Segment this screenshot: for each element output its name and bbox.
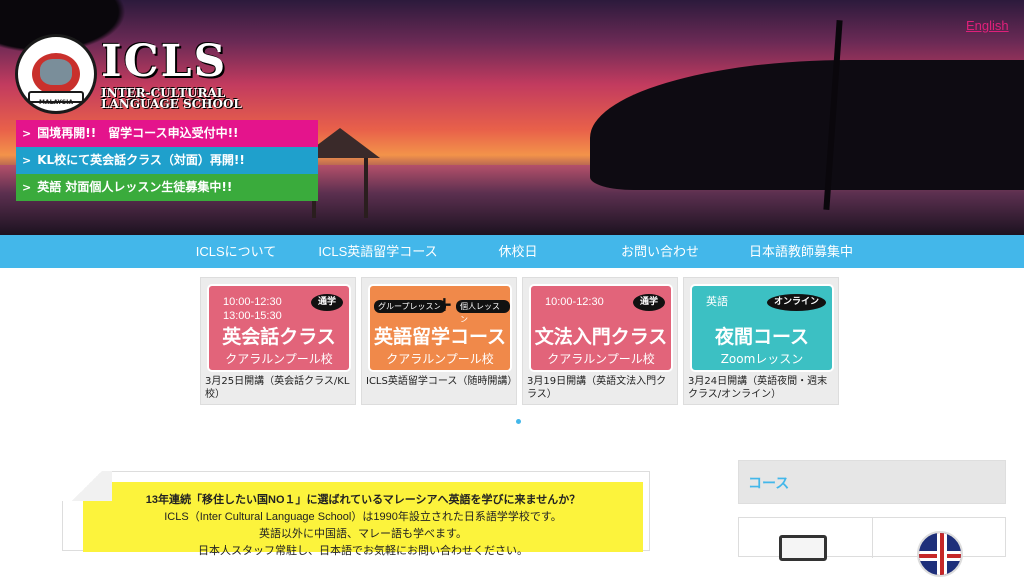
- course-card-night[interactable]: 英語 オンライン 夜間コース Zoomレッスン 3月24日開講（英語夜間・週末ク…: [683, 277, 839, 405]
- course-place: クアラルンプール校: [547, 352, 655, 366]
- course-banner: グループレッスン + 個人レッスン 英語留学コース クアラルンプール校: [368, 284, 512, 372]
- logo-title: ICLS: [101, 36, 228, 87]
- course-caption: 3月25日開講（英会話クラス/KL校）: [205, 376, 350, 400]
- chevron-right-icon: >: [22, 127, 32, 140]
- course-place: クアラルンプール校: [386, 352, 494, 366]
- nav-about[interactable]: ICLSについて: [186, 235, 286, 268]
- welcome-line-3: 英語以外に中国語、マレー語も学べます。: [259, 528, 467, 540]
- nav-contact[interactable]: お問い合わせ: [610, 235, 710, 268]
- page-fold-corner: [62, 471, 112, 501]
- nav-study-abroad[interactable]: ICLS英語留学コース: [310, 235, 446, 268]
- hippo-seal-icon: MALAYSIA: [15, 34, 97, 114]
- course-title: 夜間コース: [714, 326, 810, 348]
- course-caption: 3月24日開講（英語夜間・週末クラス/オンライン）: [688, 376, 828, 400]
- nav-teacher-recruit[interactable]: 日本語教師募集中: [740, 235, 862, 268]
- welcome-line-4: 日本人スタッフ常駐し、日本語でお気軽にお問い合わせください。: [198, 545, 528, 557]
- plus-icon: +: [436, 292, 453, 316]
- chevron-right-icon: >: [22, 181, 32, 194]
- course-title: 英会話クラス: [222, 326, 336, 348]
- commute-badge: 通学: [632, 294, 665, 311]
- course-banner: 英語 オンライン 夜間コース Zoomレッスン: [690, 284, 834, 372]
- course-place: クアラルンプール校: [225, 352, 333, 366]
- welcome-line-2: ICLS（Inter Cultural Language School）は199…: [164, 511, 562, 523]
- sidebar-course-icons: [738, 517, 1006, 577]
- monitor-icon[interactable]: [779, 535, 827, 561]
- seal-text: MALAYSIA: [38, 99, 74, 106]
- notice-link-border-reopen[interactable]: > 国境再開!! 留学コース申込受付中!!: [16, 120, 318, 147]
- carousel-dot[interactable]: [516, 419, 521, 424]
- course-title: 英語留学コース: [373, 326, 507, 348]
- welcome-box: 13年連続「移住したい国NO１」に選ばれているマレーシアへ英語を学びに来ませんか…: [62, 471, 650, 557]
- school-logo[interactable]: MALAYSIA ICLS INTER-CULTURAL LANGUAGE SC…: [15, 34, 260, 114]
- group-lesson-pill: グループレッスン: [374, 300, 446, 313]
- course-banner: 10:00-12:30 13:00-15:30 通学 英会話クラス クアラルンプー…: [207, 284, 351, 372]
- sidebar-heading: コース: [738, 460, 1006, 504]
- logo-subtitle: INTER-CULTURAL LANGUAGE SCHOOL: [101, 86, 242, 111]
- main-nav: ICLSについて ICLS英語留学コース 休校日 お問い合わせ 日本語教師募集中: [0, 235, 1024, 268]
- course-place: Zoomレッスン: [720, 352, 804, 366]
- welcome-highlight: 13年連続「移住したい国NO１」に選ばれているマレーシアへ英語を学びに来ませんか…: [83, 482, 643, 557]
- course-caption: ICLS英語留学コース（随時開講）: [366, 376, 518, 387]
- private-lesson-pill: 個人レッスン: [456, 300, 510, 324]
- island-silhouette: [590, 60, 1024, 190]
- online-badge: オンライン: [766, 294, 826, 311]
- course-card-study-abroad[interactable]: グループレッスン + 個人レッスン 英語留学コース クアラルンプール校 ICLS…: [361, 277, 517, 405]
- english-language-link[interactable]: English: [966, 18, 1009, 33]
- course-card-conversation[interactable]: 10:00-12:30 13:00-15:30 通学 英会話クラス クアラルンプー…: [200, 277, 356, 405]
- course-card-grammar[interactable]: 10:00-12:30 通学 文法入門クラス クアラルンプール校 3月19日開講…: [522, 277, 678, 405]
- notice-link-private-lesson[interactable]: > 英語 対面個人レッスン生徒募集中!!: [16, 174, 318, 201]
- course-banner: 10:00-12:30 通学 文法入門クラス クアラルンプール校: [529, 284, 673, 372]
- commute-badge: 通学: [310, 294, 343, 311]
- nav-holidays[interactable]: 休校日: [488, 235, 548, 268]
- course-caption: 3月19日開講（英語文法入門クラス）: [527, 376, 667, 400]
- course-title: 文法入門クラス: [534, 326, 668, 348]
- welcome-line-1: 13年連続「移住したい国NO１」に選ばれているマレーシアへ英語を学びに来ませんか…: [145, 494, 581, 506]
- uk-flag-icon[interactable]: [917, 531, 963, 577]
- chevron-right-icon: >: [22, 154, 32, 167]
- notice-link-kl-class[interactable]: > KL校にて英会話クラス（対面）再開!!: [16, 147, 318, 174]
